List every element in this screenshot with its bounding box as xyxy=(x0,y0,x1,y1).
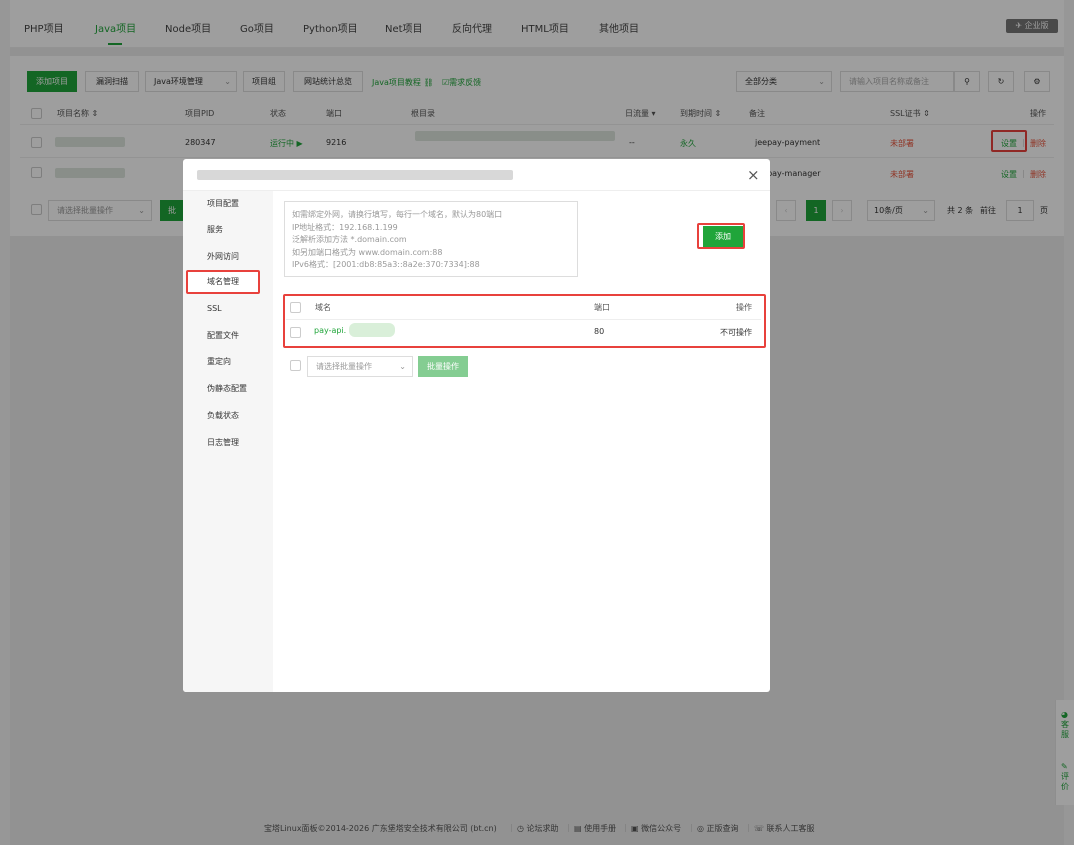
col-domain-port: 端口 xyxy=(594,303,610,312)
close-icon[interactable]: × xyxy=(747,166,760,184)
col-domain: 域名 xyxy=(315,303,331,312)
col-domain-ops: 操作 xyxy=(736,303,752,312)
project-settings-modal: × 项目配置 服务 外网访问 域名管理 SSL 配置文件 重定向 伪静态配置 负… xyxy=(183,159,770,692)
highlight-domain-table xyxy=(283,294,766,348)
modal-header: × xyxy=(183,159,770,191)
divider xyxy=(286,319,761,320)
sidebar-item-external-access[interactable]: 外网访问 xyxy=(207,251,239,262)
sidebar-item-domain-management[interactable]: 域名管理 xyxy=(187,271,259,293)
domain-ops-text: 不可操作 xyxy=(720,328,752,337)
sidebar-item-redirect[interactable]: 重定向 xyxy=(207,356,231,367)
domain-batch-select[interactable]: 请选择批量操作 ⌄ xyxy=(307,356,413,377)
modal-title-redacted xyxy=(197,170,513,180)
sidebar-item-log-management[interactable]: 日志管理 xyxy=(207,437,239,448)
sidebar-item-load-status[interactable]: 负载状态 xyxy=(207,410,239,421)
add-domain-button[interactable]: 添加 xyxy=(703,226,743,247)
sidebar-item-config-file[interactable]: 配置文件 xyxy=(207,330,239,341)
domain-row-checkbox[interactable] xyxy=(290,327,301,338)
domain-redacted xyxy=(349,323,395,337)
domain-select-all-checkbox[interactable] xyxy=(290,302,301,313)
sidebar-item-project-config[interactable]: 项目配置 xyxy=(207,198,239,209)
domain-batch-button[interactable]: 批量操作 xyxy=(418,356,468,377)
sidebar-item-rewrite[interactable]: 伪静态配置 xyxy=(207,383,247,394)
sidebar-item-service[interactable]: 服务 xyxy=(207,224,223,235)
chevron-down-icon: ⌄ xyxy=(399,362,406,371)
domain-batch-checkbox[interactable] xyxy=(290,360,301,371)
domain-input[interactable]: 如需绑定外网，请换行填写，每行一个域名，默认为80端口 IP地址格式：192.1… xyxy=(284,201,578,277)
sidebar-item-ssl[interactable]: SSL xyxy=(207,304,222,313)
modal-sidebar: 项目配置 服务 外网访问 域名管理 SSL 配置文件 重定向 伪静态配置 负载状… xyxy=(183,191,273,692)
domain-name-link[interactable]: pay-api. xyxy=(314,326,346,335)
domain-port: 80 xyxy=(594,327,605,336)
